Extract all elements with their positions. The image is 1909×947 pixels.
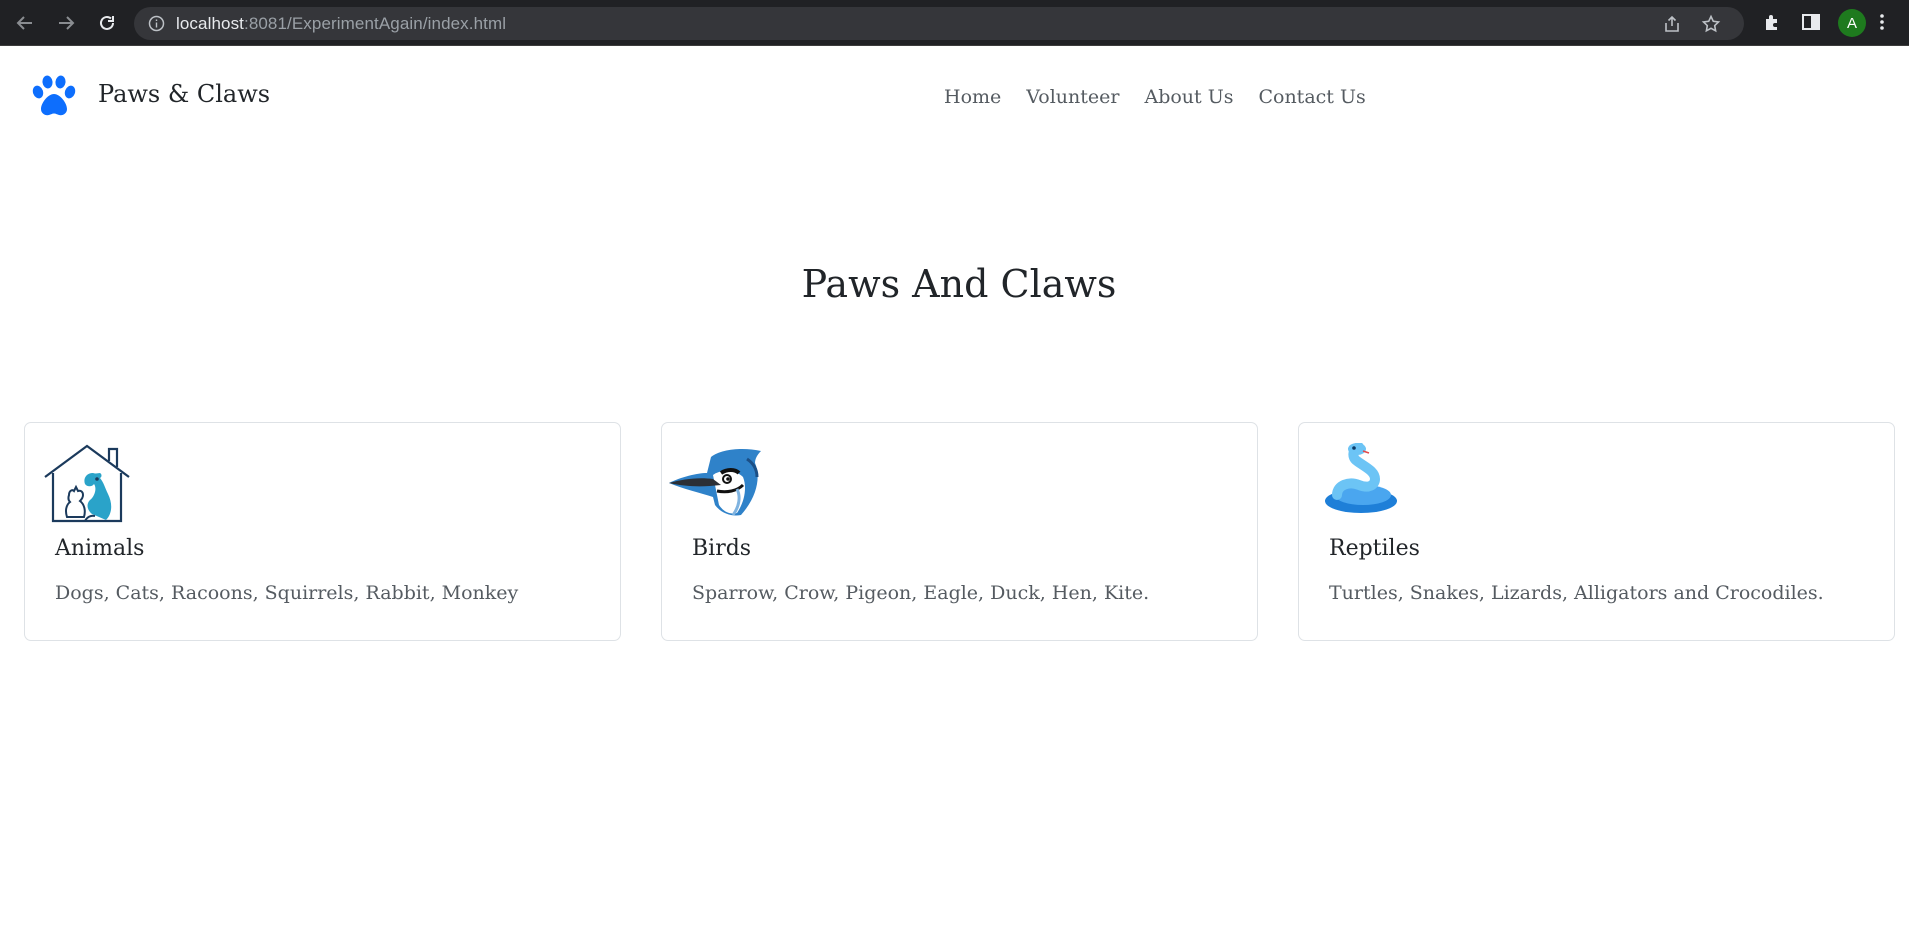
forward-button[interactable] — [53, 10, 79, 36]
card-title: Birds — [692, 536, 752, 561]
card-text: Turtles, Snakes, Lizards, Alligators and… — [1329, 582, 1824, 604]
reload-icon — [100, 15, 114, 30]
side-panel-icon[interactable] — [1800, 11, 1822, 33]
paw-icon[interactable] — [32, 75, 76, 117]
nav-link-volunteer[interactable]: Volunteer — [1026, 86, 1119, 108]
url-host: localhost — [176, 14, 244, 33]
bookmark-star-icon[interactable] — [1701, 14, 1721, 34]
share-icon[interactable] — [1662, 14, 1682, 34]
arrow-left-icon — [16, 16, 32, 30]
url-text[interactable]: localhost:8081/ExperimentAgain/index.htm… — [176, 14, 506, 34]
nav-link-about-us[interactable]: About Us — [1144, 86, 1233, 108]
reload-button[interactable] — [94, 10, 120, 36]
card-title: Reptiles — [1329, 536, 1420, 561]
info-icon[interactable] — [148, 15, 165, 32]
nav-links: Home Volunteer About Us Contact Us — [944, 86, 1366, 108]
snake-icon — [1325, 443, 1397, 513]
card-reptiles: Reptiles Turtles, Snakes, Lizards, Allig… — [1298, 422, 1895, 641]
card-title: Animals — [55, 536, 145, 561]
kebab-menu-icon[interactable] — [1878, 11, 1886, 33]
page-title: Paws And Claws — [801, 262, 1117, 306]
card-animals: Animals Dogs, Cats, Racoons, Squirrels, … — [24, 422, 621, 641]
browser-toolbar: localhost:8081/ExperimentAgain/index.htm… — [0, 0, 1909, 46]
blue-jay-icon — [669, 449, 761, 516]
profile-avatar[interactable]: A — [1838, 9, 1866, 37]
card-birds: Birds Sparrow, Crow, Pigeon, Eagle, Duck… — [661, 422, 1258, 641]
url-path: :8081/ExperimentAgain/index.html — [244, 14, 507, 33]
site-navbar: Paws & Claws Home Volunteer About Us Con… — [0, 47, 1909, 147]
address-bar[interactable]: localhost:8081/ExperimentAgain/index.htm… — [134, 7, 1744, 40]
brand-name[interactable]: Paws & Claws — [98, 80, 270, 108]
card-text: Sparrow, Crow, Pigeon, Eagle, Duck, Hen,… — [692, 582, 1150, 604]
extensions-puzzle-icon[interactable] — [1762, 11, 1784, 33]
nav-link-home[interactable]: Home — [944, 86, 1001, 108]
arrow-right-icon — [59, 16, 75, 30]
nav-link-contact-us[interactable]: Contact Us — [1258, 86, 1365, 108]
pet-house-icon — [44, 444, 130, 523]
card-text: Dogs, Cats, Racoons, Squirrels, Rabbit, … — [55, 582, 519, 604]
back-button[interactable] — [12, 10, 38, 36]
